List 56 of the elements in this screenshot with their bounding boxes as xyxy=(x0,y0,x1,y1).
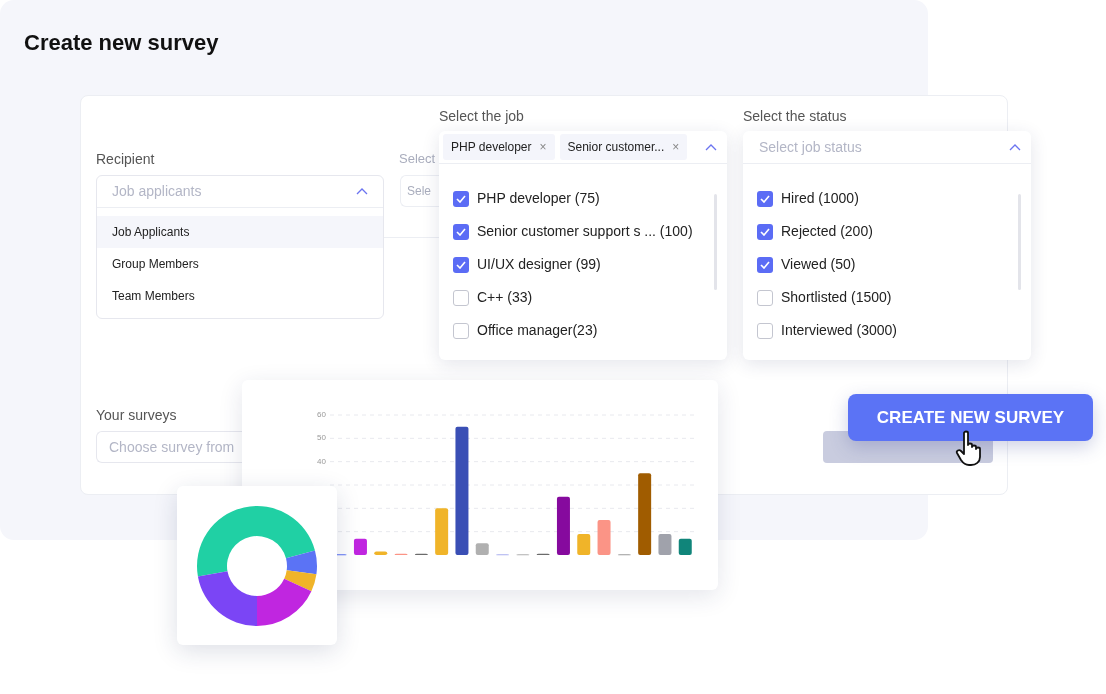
chart-bar xyxy=(577,534,591,555)
option-label[interactable]: Rejected (200) xyxy=(781,221,873,242)
tag-label: PHP developer xyxy=(451,139,532,156)
option-label[interactable]: Interviewed (3000) xyxy=(781,320,897,341)
chart-bar xyxy=(374,551,388,555)
placeholder-text: Job applicants xyxy=(112,182,202,201)
option-label[interactable]: UI/UX designer (99) xyxy=(477,254,601,275)
chart-bar xyxy=(556,496,570,555)
checkbox[interactable] xyxy=(757,256,773,273)
recipient-dropdown[interactable]: Job applicants Job Applicants Group Members Team Members xyxy=(96,175,384,319)
check-icon xyxy=(760,227,770,236)
check-icon xyxy=(456,260,466,269)
create-survey-button[interactable]: CREATE NEW SURVEY xyxy=(848,394,1093,441)
checkbox[interactable] xyxy=(757,322,773,339)
y-axis-label: 50 xyxy=(317,433,326,443)
dropdown-option[interactable]: Team Members xyxy=(97,280,383,312)
job-dropdown[interactable]: PHP developer × Senior customer... × PHP developer (75) Senior customer support s ... (100) UI/UX designer (99) C++ (33) Office manager(23) xyxy=(439,131,727,360)
chart-bar xyxy=(597,520,611,555)
dropdown-option[interactable]: Group Members xyxy=(97,248,383,280)
y-axis-label: 40 xyxy=(317,456,326,466)
page-title: Create new survey xyxy=(24,29,219,57)
option-label[interactable]: Senior customer support s ... (100) xyxy=(477,221,693,242)
option-label[interactable]: C++ (33) xyxy=(477,287,533,308)
checkbox[interactable] xyxy=(757,223,773,240)
field-label: Select xyxy=(399,150,436,168)
option-label[interactable]: PHP developer (75) xyxy=(477,188,600,209)
tag-label: Senior customer... xyxy=(567,139,665,156)
check-icon xyxy=(456,194,466,203)
checkbox[interactable] xyxy=(453,322,469,339)
chart-bar xyxy=(435,508,449,555)
checkbox[interactable] xyxy=(453,256,469,273)
chart-bar xyxy=(658,534,672,555)
checkbox[interactable] xyxy=(453,289,469,306)
field-label: Recipient xyxy=(96,150,155,169)
check-icon xyxy=(760,260,770,269)
option-label[interactable]: Viewed (50) xyxy=(781,254,856,275)
check-icon xyxy=(456,227,466,236)
remove-tag-button[interactable]: × xyxy=(539,138,547,156)
check-icon xyxy=(760,194,770,203)
chart-bar xyxy=(353,538,367,555)
field-label: Your surveys xyxy=(96,406,177,425)
option-label[interactable]: Hired (1000) xyxy=(781,188,859,209)
status-dropdown[interactable]: Select job status Hired (1000) Rejected (200) Viewed (50) Shortlisted (1500) Interviewed (3000) xyxy=(743,131,1031,360)
y-axis-label: 60 xyxy=(317,410,326,420)
field-label: Select the job xyxy=(439,107,524,126)
field-label: Select the status xyxy=(743,107,847,126)
checkbox[interactable] xyxy=(757,190,773,207)
checkbox[interactable] xyxy=(453,190,469,207)
dropdown-option[interactable]: Job Applicants xyxy=(97,216,383,248)
checkbox[interactable] xyxy=(757,289,773,306)
checkbox[interactable] xyxy=(453,223,469,240)
chart-bar xyxy=(678,538,692,555)
placeholder-text: Select job status xyxy=(759,137,862,157)
option-label[interactable]: Shortlisted (1500) xyxy=(781,287,892,308)
chart-bar xyxy=(475,543,489,555)
option-label[interactable]: Office manager(23) xyxy=(477,320,598,341)
